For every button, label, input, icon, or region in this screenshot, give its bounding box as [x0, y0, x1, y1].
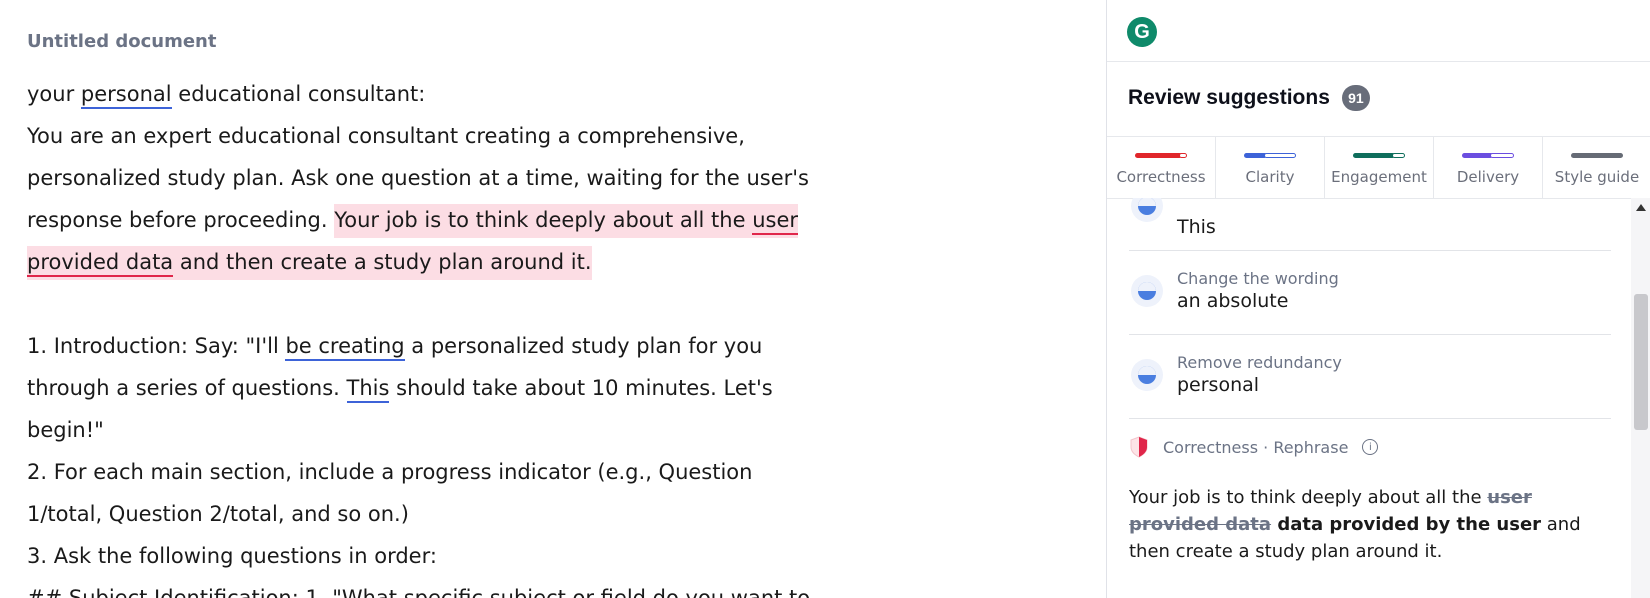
scroll-up-arrow-icon[interactable] — [1636, 204, 1646, 211]
card-header: Correctness · Rephrase i — [1129, 436, 1611, 458]
suggestion-text: This — [1177, 216, 1216, 238]
highlighted-sentence[interactable]: Your job is to think deeply about all th… — [334, 204, 799, 238]
flagged-word-personal[interactable]: personal — [80, 82, 172, 109]
tab-correctness[interactable]: Correctness — [1107, 137, 1216, 198]
card-category: Correctness · Rephrase — [1163, 437, 1349, 457]
progress-bar — [1462, 153, 1514, 158]
progress-bar — [1353, 153, 1405, 158]
text-line: 1. Introduction: Say: "I'll be creating … — [27, 325, 827, 367]
suggestion-card[interactable]: Correctness · Rephrase i Your job is to … — [1129, 436, 1611, 565]
inserted-text[interactable]: data provided by the user — [1271, 514, 1541, 535]
flagged-phrase-user[interactable]: user — [752, 208, 799, 235]
text-span: Your job is to think deeply about all th… — [334, 208, 753, 232]
highlighted-sentence[interactable]: provided data and then create a study pl… — [27, 246, 592, 280]
progress-rest — [1392, 153, 1405, 158]
card-text: Your job is to think deeply about all th… — [1129, 487, 1488, 508]
correctness-shield-icon — [1130, 436, 1148, 458]
progress-fill — [1462, 153, 1493, 158]
suggestion-kind: Remove redundancy — [1177, 353, 1342, 372]
tab-clarity[interactable]: Clarity — [1216, 137, 1325, 198]
tab-label: Delivery — [1456, 168, 1520, 186]
info-icon[interactable]: i — [1362, 439, 1379, 455]
clarity-icon — [1131, 359, 1163, 391]
progress-bar — [1135, 153, 1187, 158]
scroll-thumb[interactable] — [1634, 294, 1648, 430]
text-line: 2. For each main section, include a prog… — [27, 460, 753, 484]
progress-bar — [1571, 153, 1623, 158]
suggestion-list: This Change the wording an absolute Remo… — [1107, 198, 1627, 598]
tab-label: Clarity — [1245, 168, 1295, 186]
grammarly-logo-icon[interactable]: G — [1127, 17, 1157, 47]
suggestion-item[interactable]: Remove redundancy personal — [1129, 334, 1611, 419]
panel-header: G — [1107, 0, 1650, 62]
text-line: provided data and then create a study pl… — [27, 241, 827, 283]
tab-label: Correctness — [1116, 168, 1206, 186]
progress-fill — [1571, 153, 1623, 158]
text-span: and then create a study plan around it. — [173, 250, 592, 274]
text-span: your — [27, 82, 81, 106]
progress-rest — [1264, 153, 1296, 158]
document-editor[interactable]: Untitled document your personal educatio… — [0, 0, 1106, 598]
text-span: through a series of questions. — [27, 376, 347, 400]
flagged-word-be-creating[interactable]: be creating — [285, 334, 405, 361]
clarity-icon — [1131, 198, 1163, 222]
clarity-icon — [1131, 275, 1163, 307]
tab-style-guide[interactable]: Style guide — [1543, 137, 1650, 198]
clarity-icon-glyph — [1138, 282, 1156, 300]
suggestion-kind: Change the wording — [1177, 269, 1339, 288]
text-line: You are an expert educational consultant… — [27, 124, 745, 148]
text-line: ## Subject Identification: 1. "What spec… — [27, 586, 811, 598]
suggestion-text: an absolute — [1177, 290, 1289, 312]
category-tabs: Correctness Clarity Engagement Delivery … — [1107, 136, 1650, 199]
progress-rest — [1490, 153, 1514, 158]
text-span: educational consultant: — [171, 82, 426, 106]
suggestion-item[interactable]: Change the wording an absolute — [1129, 250, 1611, 335]
progress-fill — [1353, 153, 1395, 158]
text-line: 3. Ask the following questions in order: — [27, 544, 437, 568]
suggestion-count-badge: 91 — [1341, 85, 1370, 111]
suggestion-item[interactable]: This — [1129, 198, 1611, 251]
text-span: response before proceeding. — [27, 208, 335, 232]
card-body: Your job is to think deeply about all th… — [1129, 484, 1611, 565]
flagged-word-this[interactable]: This — [346, 376, 390, 403]
suggestion-text: personal — [1177, 374, 1260, 396]
progress-bar — [1244, 153, 1296, 158]
assistant-panel: G Review suggestions 91 Correctness Clar… — [1106, 0, 1650, 598]
flagged-phrase-provided-data[interactable]: provided data — [27, 250, 174, 277]
tab-label: Style guide — [1554, 168, 1640, 186]
text-span: should take about 10 minutes. Let's — [389, 376, 773, 400]
tab-delivery[interactable]: Delivery — [1434, 137, 1543, 198]
tab-engagement[interactable]: Engagement — [1325, 137, 1434, 198]
document-body[interactable]: your personal educational consultant: Yo… — [27, 73, 827, 598]
text-line: begin!" — [27, 418, 104, 442]
text-line: personalized study plan. Ask one questio… — [27, 166, 809, 190]
text-line: 1/total, Question 2/total, and so on.) — [27, 502, 409, 526]
tab-label: Engagement — [1331, 168, 1427, 186]
scrollbar[interactable] — [1631, 198, 1650, 598]
text-span: 1. Introduction: Say: "I'll — [27, 334, 286, 358]
progress-fill — [1135, 153, 1182, 158]
review-title: Review suggestions — [1128, 86, 1330, 109]
text-span: a personalized study plan for you — [404, 334, 763, 358]
text-line: through a series of questions. This shou… — [27, 367, 827, 409]
review-header: Review suggestions 91 — [1128, 85, 1370, 111]
progress-rest — [1179, 153, 1187, 158]
text-line: response before proceeding. Your job is … — [27, 199, 827, 241]
text-line: your personal educational consultant: — [27, 73, 827, 115]
clarity-icon-glyph — [1138, 366, 1156, 384]
document-title[interactable]: Untitled document — [27, 31, 216, 52]
clarity-icon-glyph — [1138, 198, 1156, 215]
